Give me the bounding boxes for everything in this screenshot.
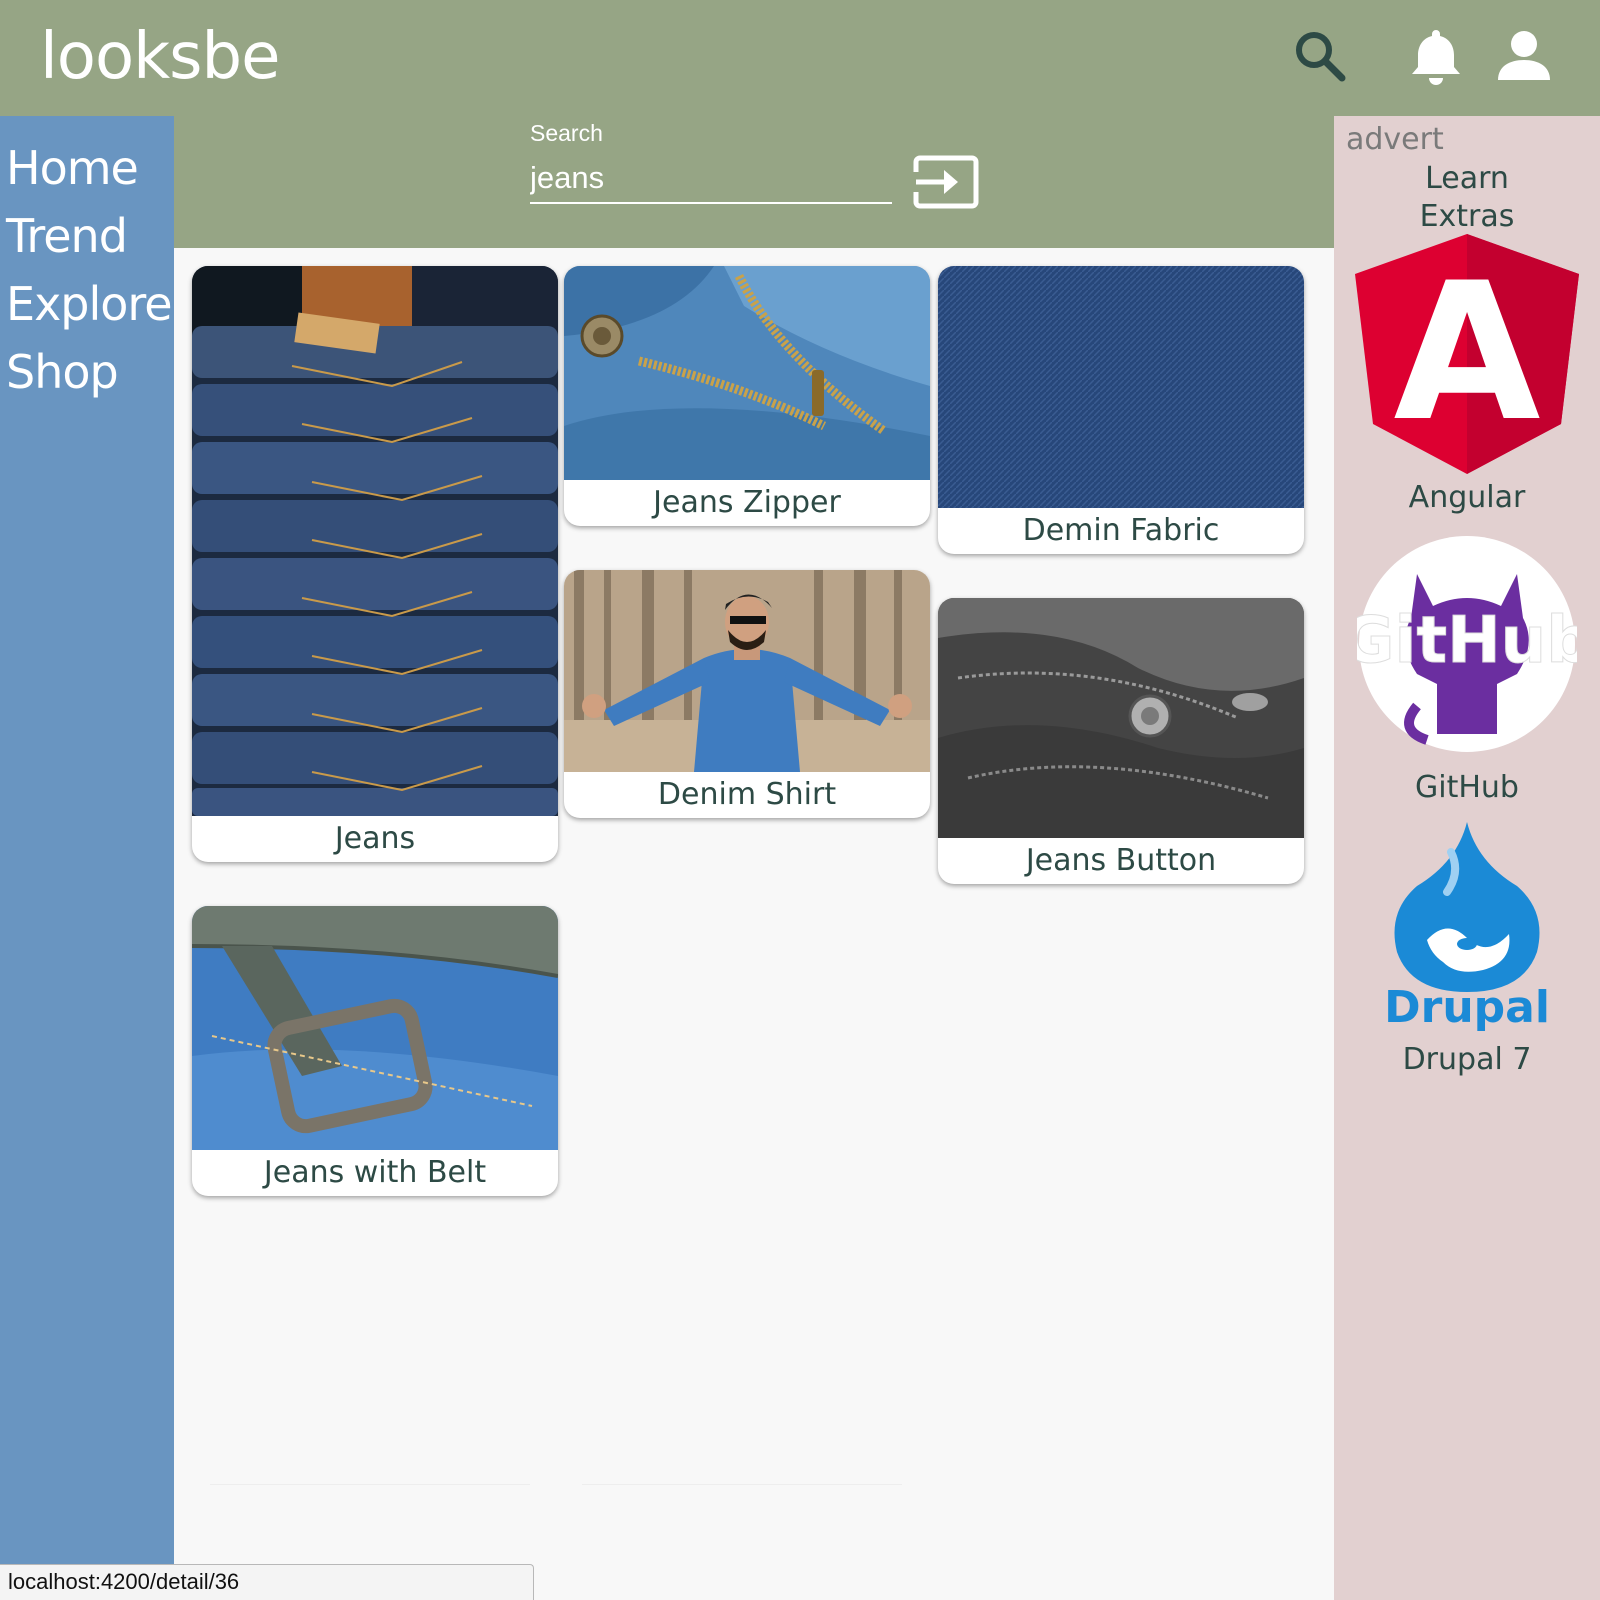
results-grid: Jeans Jeans Zipper Demin Fabric Denim Sh…: [174, 248, 1334, 1600]
search-input[interactable]: [530, 154, 892, 204]
search-icon[interactable]: [1288, 24, 1352, 88]
divider: [210, 1484, 530, 1485]
advert-item-github[interactable]: GitHub GitHub: [1334, 534, 1600, 805]
card-title: Jeans with Belt: [263, 1155, 487, 1190]
card-title: Jeans Zipper: [653, 485, 841, 520]
drupal-logo: Drupal: [1387, 822, 1547, 1032]
sidebar-item-shop[interactable]: Shop: [0, 338, 174, 406]
advert-label: advert: [1346, 122, 1444, 157]
advert-item-drupal[interactable]: Drupal Drupal 7: [1334, 822, 1600, 1077]
divider: [582, 1484, 902, 1485]
card-title: Denim Shirt: [657, 777, 837, 812]
denim-fabric-image: [938, 266, 1304, 508]
top-bar: looksbe: [0, 0, 1600, 116]
bell-icon[interactable]: [1404, 24, 1468, 88]
advert-title-line2: Extras: [1419, 199, 1515, 234]
advert-item-angular[interactable]: A Angular: [1334, 234, 1600, 515]
sidebar-item-explore[interactable]: Explore: [0, 270, 174, 338]
search-label: Search: [530, 120, 603, 146]
sidebar-item-trend[interactable]: Trend: [0, 202, 174, 270]
card-title: Jeans Button: [1025, 843, 1217, 878]
search-bar: Search: [174, 116, 1334, 248]
advert-item-name: Angular: [1408, 480, 1526, 515]
sidebar: Home Trend Explore Shop: [0, 116, 174, 1600]
result-card-jeans[interactable]: Jeans: [192, 266, 558, 862]
advert-item-name: GitHub: [1415, 770, 1519, 805]
advert-panel: advert Learn Extras A Angular GitHub Git…: [1334, 116, 1600, 1600]
result-card-jeans-with-belt[interactable]: Jeans with Belt: [192, 906, 558, 1196]
result-card-jeans-zipper[interactable]: Jeans Zipper: [564, 266, 930, 526]
brand-logo[interactable]: looksbe: [40, 20, 280, 94]
login-arrow-icon[interactable]: [912, 154, 980, 210]
jeans-button-image: [938, 598, 1304, 838]
result-card-denim-shirt[interactable]: Denim Shirt: [564, 570, 930, 818]
advert-title-line1: Learn: [1425, 161, 1509, 196]
status-bar-url: localhost:4200/detail/36: [0, 1564, 534, 1600]
github-logo: GitHub: [1357, 536, 1577, 752]
card-title: Demin Fabric: [1022, 513, 1220, 548]
result-card-jeans-button[interactable]: Jeans Button: [938, 598, 1304, 884]
result-card-demin-fabric[interactable]: Demin Fabric: [938, 266, 1304, 554]
denim-shirt-image: [564, 570, 930, 772]
angular-logo-text: A: [1393, 242, 1540, 463]
advert-title: Learn Extras: [1334, 160, 1600, 236]
card-title: Jeans: [334, 821, 416, 856]
jeans-zipper-image: [564, 266, 930, 480]
sidebar-item-home[interactable]: Home: [0, 134, 174, 202]
drupal-logo-text: Drupal: [1387, 982, 1547, 1032]
jeans-stack-image: [192, 266, 558, 816]
jeans-belt-image: [192, 906, 558, 1150]
advert-item-name: Drupal 7: [1402, 1042, 1532, 1077]
angular-logo: A: [1355, 234, 1579, 474]
account-icon[interactable]: [1492, 24, 1556, 88]
github-logo-text: GitHub: [1357, 604, 1577, 678]
